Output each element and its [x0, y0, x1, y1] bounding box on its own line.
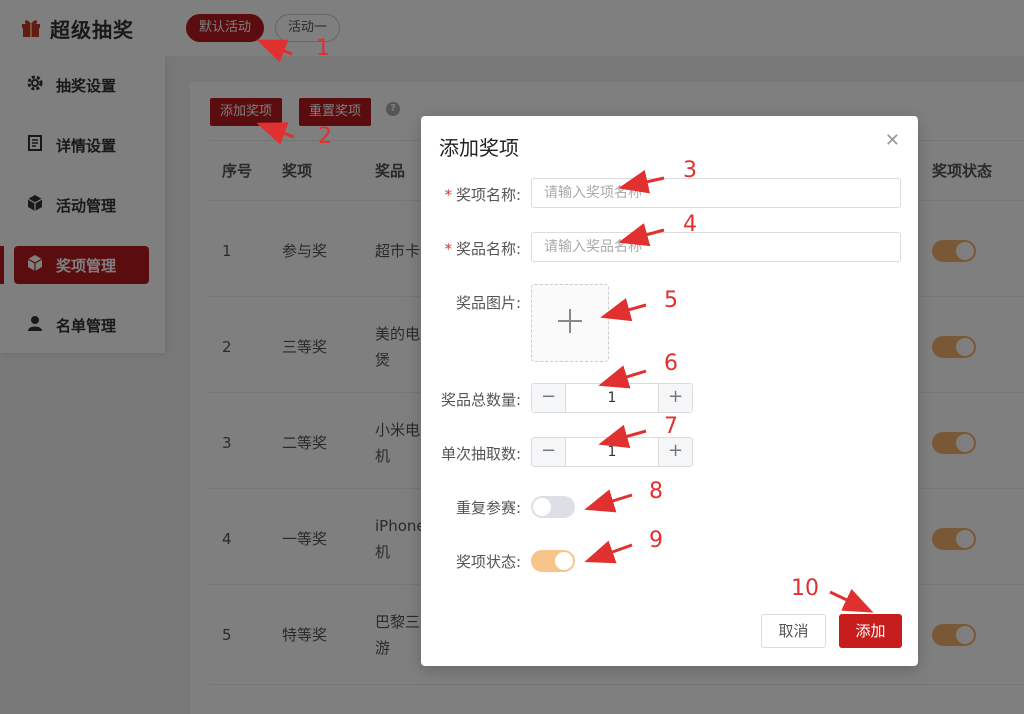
- image-upload-button[interactable]: [531, 284, 609, 362]
- repeat-entry-label: 重复参赛:: [455, 499, 521, 517]
- annotation-number: 2: [318, 124, 332, 149]
- annotation-number: 9: [649, 528, 663, 553]
- prize-name-label-text: 奖品名称:: [455, 240, 521, 258]
- award-name-label: * 奖项名称:: [421, 184, 521, 205]
- total-quantity-decrement-button[interactable]: −: [532, 384, 566, 412]
- award-status-label: 奖项状态:: [455, 553, 521, 571]
- prize-image-label: 奖品图片:: [455, 294, 521, 312]
- annotation-number: 8: [649, 479, 663, 504]
- cancel-button[interactable]: 取消: [761, 614, 826, 648]
- annotation-number: 10: [791, 576, 819, 601]
- total-quantity-label: 奖品总数量:: [440, 391, 521, 409]
- required-mark: *: [444, 240, 452, 258]
- close-icon[interactable]: ✕: [885, 130, 900, 151]
- award-name-input[interactable]: [531, 178, 901, 208]
- annotation-number: 7: [664, 414, 678, 439]
- total-quantity-value[interactable]: 1: [566, 384, 658, 412]
- repeat-entry-toggle[interactable]: [531, 496, 575, 518]
- annotation-number: 6: [664, 351, 678, 376]
- prize-name-label: * 奖品名称:: [421, 238, 521, 259]
- per-draw-label: 单次抽取数:: [440, 445, 521, 463]
- per-draw-decrement-button[interactable]: −: [532, 438, 566, 466]
- total-quantity-stepper: − 1 +: [531, 383, 693, 413]
- required-mark: *: [444, 186, 452, 204]
- per-draw-value[interactable]: 1: [566, 438, 658, 466]
- award-status-toggle[interactable]: [531, 550, 575, 572]
- annotation-number: 4: [683, 212, 697, 237]
- submit-add-button[interactable]: 添加: [839, 614, 902, 648]
- total-quantity-increment-button[interactable]: +: [658, 384, 692, 412]
- add-award-dialog: 添加奖项 ✕ *奖项名称: *奖品名称: 奖品图片: 奖品总数量: − 1 + …: [421, 116, 918, 666]
- award-name-label-text: 奖项名称:: [455, 186, 521, 204]
- per-draw-stepper: − 1 +: [531, 437, 693, 467]
- prize-name-input[interactable]: [531, 232, 901, 262]
- annotation-number: 5: [664, 288, 678, 313]
- per-draw-increment-button[interactable]: +: [658, 438, 692, 466]
- annotation-number: 3: [683, 158, 697, 183]
- plus-icon: [557, 308, 583, 338]
- annotation-number: 1: [316, 36, 330, 61]
- dialog-title: 添加奖项: [439, 136, 519, 160]
